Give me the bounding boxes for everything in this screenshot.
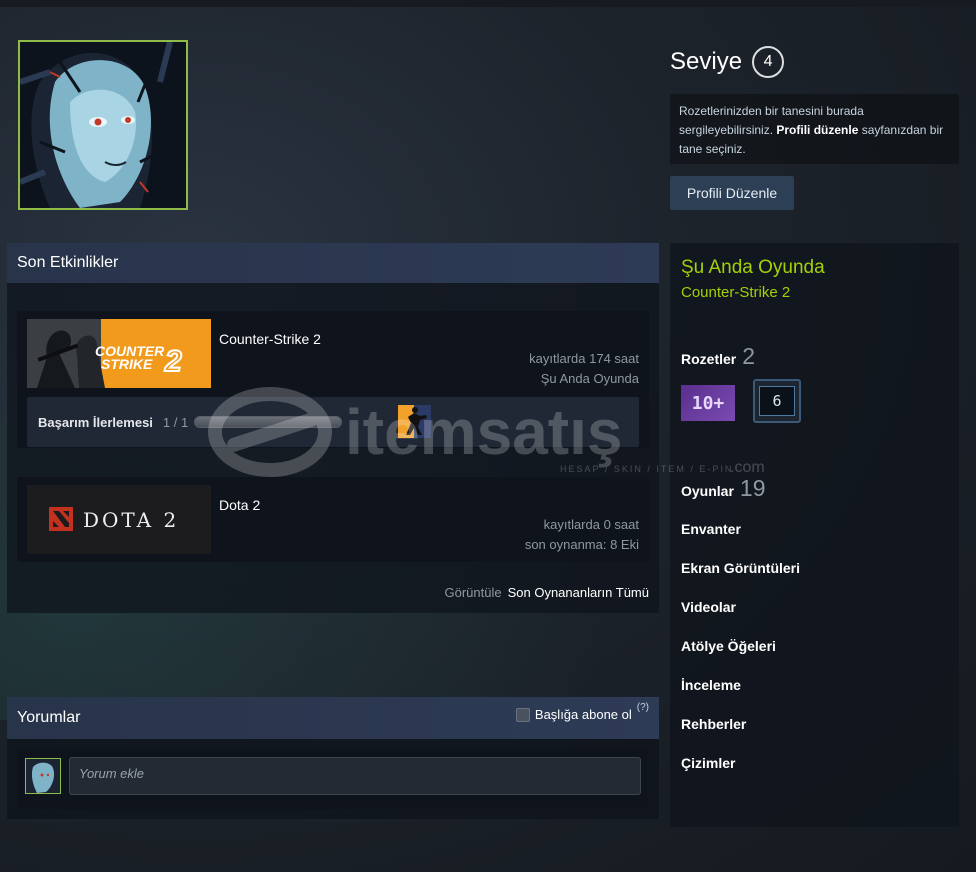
profile-level: Seviye 4 [670,46,785,78]
achievement-progress-fill [195,417,342,427]
sidebar-item-screenshots[interactable]: Ekran Görüntüleri [681,560,800,576]
cs2-logo-number: 2 [164,345,182,378]
comment-compose: Yorum ekle [17,749,649,809]
badges-count: 2 [742,343,756,369]
profile-sidebar: Şu Anda Oyunda Counter-Strike 2 Rozetler… [670,243,959,827]
recent-activity-title: Son Etkinlikler [7,243,659,283]
avatar-illustration [20,42,186,208]
comments-title: Yorumlar [17,709,81,726]
sidebar-item-inventory[interactable]: Envanter [681,521,741,537]
view-all-recent: Görüntüle Son Oynananların Tümü [445,585,650,600]
games-count: 19 [739,475,766,501]
game-card-cs2: COUNTER STRIKE 2 Counter-Strike 2 kayıtl… [17,311,649,448]
badges-label[interactable]: Rozetler [681,351,736,367]
dota2-capsule-image[interactable]: DOTA 2 [27,485,211,554]
game-hours-dota2: kayıtlarda 0 saat [543,517,639,532]
now-playing-game[interactable]: Counter-Strike 2 [681,284,790,301]
sidebar-item-artwork[interactable]: Çizimler [681,755,735,771]
level-number-badge[interactable]: 4 [752,46,785,78]
edit-profile-button[interactable]: Profili Düzenle [670,176,794,210]
cs2-capsule-image[interactable]: COUNTER STRIKE 2 [27,319,211,388]
level-label: Seviye [670,48,743,75]
badge-years-of-service[interactable]: 10+ [681,385,735,421]
sidebar-item-badges[interactable]: Rozetler 2 [681,343,755,370]
recent-activity-panel: Son Etkinlikler COUNTER STRIKE 2 Counter… [7,243,659,613]
game-name-dota2[interactable]: Dota 2 [219,497,260,513]
subscribe-thread[interactable]: Başlığa abone ol (?) [515,702,649,722]
game-status-cs2: Şu Anda Oyunda [540,371,639,386]
commenter-avatar [25,758,61,794]
profile-avatar[interactable] [18,40,188,210]
achievement-progress-label[interactable]: Başarım İlerlemesi [38,415,153,430]
edit-profile-link[interactable]: Profili düzenle [776,123,858,137]
badge-showcase-note: Rozetlerinizden bir tanesini burada serg… [670,94,959,164]
help-icon[interactable]: (?) [637,702,649,713]
game-hours-cs2: kayıtlarda 174 saat [529,351,639,366]
subscribe-label[interactable]: Başlığa abone ol [535,707,632,722]
sidebar-item-workshop[interactable]: Atölye Öğeleri [681,638,776,654]
sidebar-item-reviews[interactable]: İnceleme [681,677,741,693]
game-card-dota2: DOTA 2 Dota 2 kayıtlarda 0 saat son oyna… [17,477,649,562]
achievement-count: 1 / 1 [162,414,189,430]
game-name-cs2[interactable]: Counter-Strike 2 [219,331,321,347]
now-playing-label: Şu Anda Oyunda [681,257,825,278]
top-bar [0,0,976,7]
achievement-progress-row: Başarım İlerlemesi 1 / 1 [27,397,639,447]
view-all-prefix: Görüntüle [444,585,502,600]
achievement-progress-bar [194,416,343,428]
sidebar-item-videos[interactable]: Videolar [681,599,736,615]
comments-header: Yorumlar Başlığa abone ol (?) [7,697,659,739]
subscribe-checkbox[interactable] [515,707,530,722]
comment-input[interactable]: Yorum ekle [69,757,641,795]
badge-level-six[interactable]: 6 [753,379,801,423]
comments-panel: Yorumlar Başlığa abone ol (?) Yorum ekle [7,697,659,819]
games-label[interactable]: Oyunlar [681,483,734,499]
achievement-icon[interactable] [398,405,431,438]
sidebar-item-games[interactable]: Oyunlar 19 [681,475,766,502]
sidebar-item-guides[interactable]: Rehberler [681,716,746,732]
dota2-logo-text: DOTA 2 [83,508,179,532]
game-status-dota2: son oynanma: 8 Eki [524,537,639,552]
badge-six-value: 6 [759,386,795,416]
cs2-logo-line2: STRIKE [101,356,153,372]
view-all-recent-link[interactable]: Son Oynananların Tümü [508,585,649,600]
